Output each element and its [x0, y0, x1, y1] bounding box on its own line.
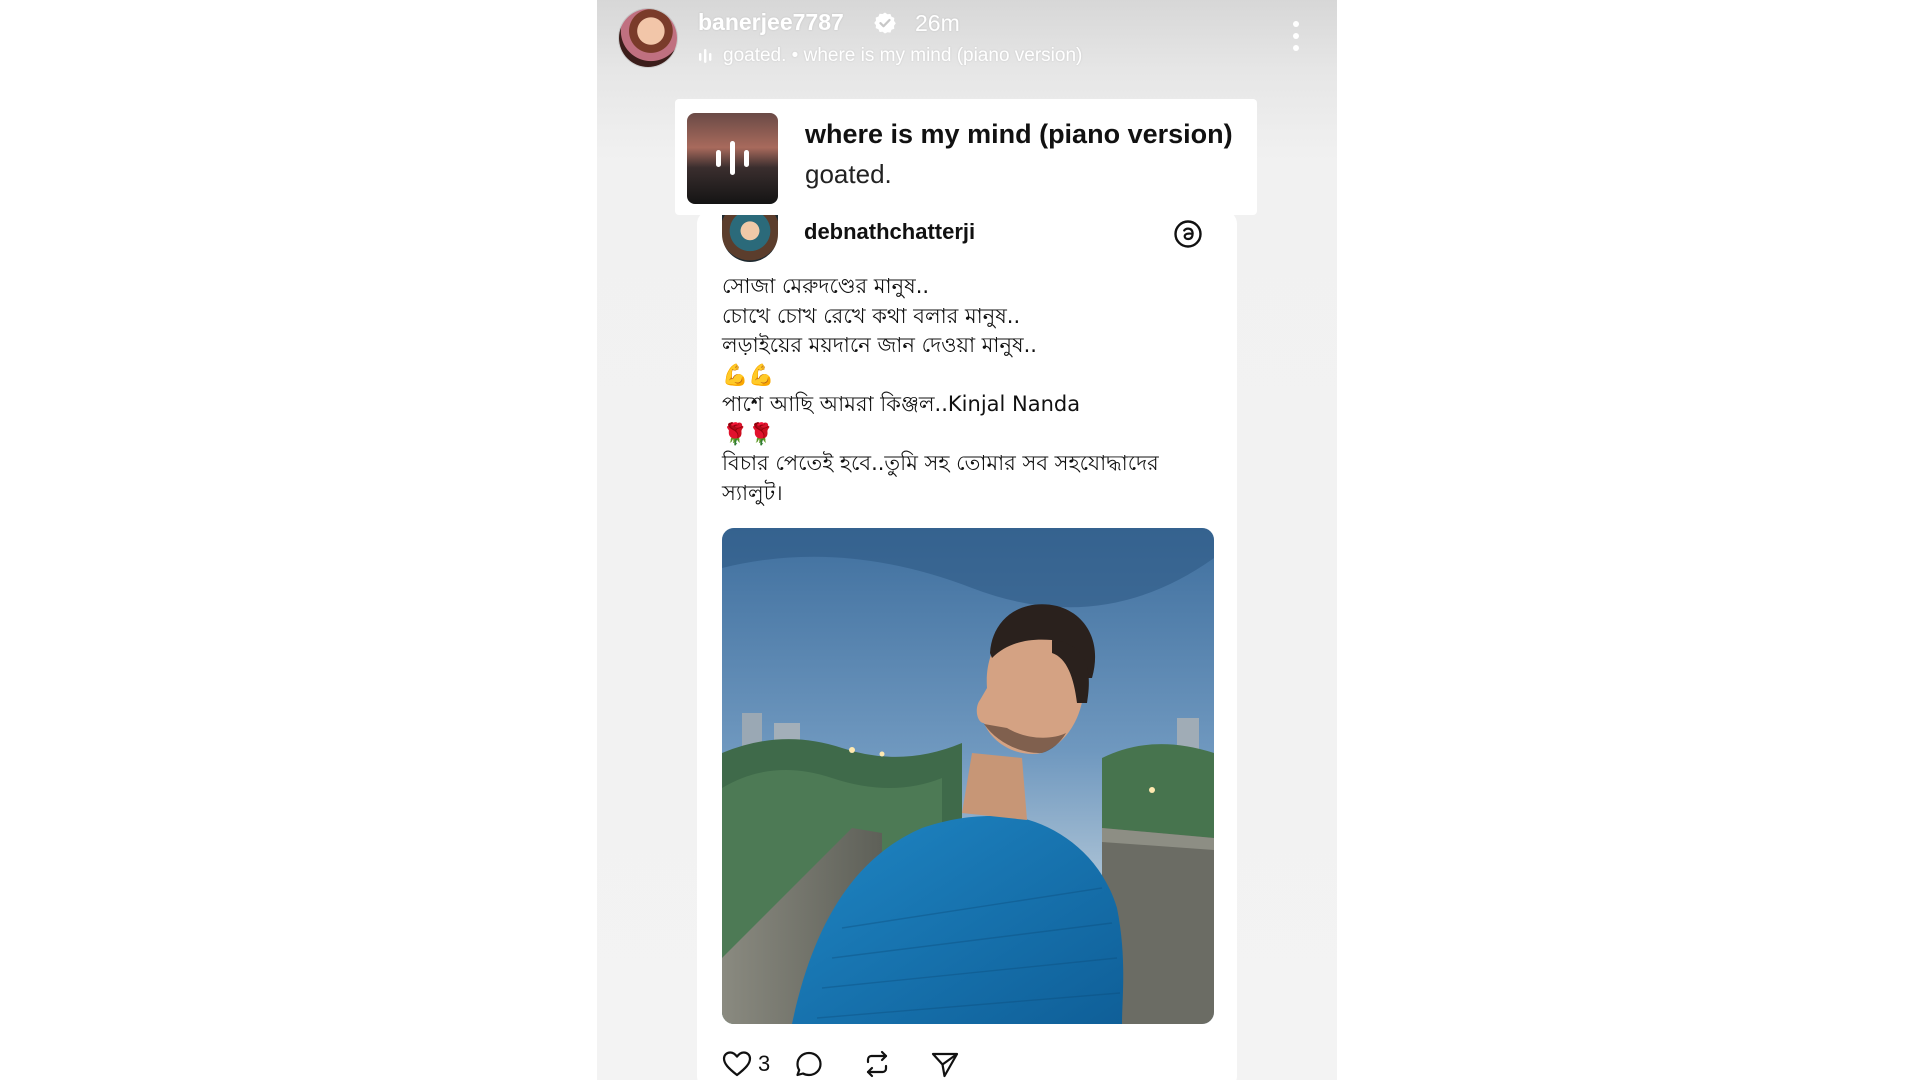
- send-icon[interactable]: [930, 1049, 960, 1079]
- post-text-line: স্যালুট।: [722, 480, 783, 505]
- post-author-avatar[interactable]: [722, 210, 778, 262]
- post-text-line: বিচার পেতেই হবে..তুমি সহ তোমার সব সহযোদ্…: [722, 451, 1159, 475]
- post-text: সোজা মেরুদণ্ডের মানুষ.. চোখে চোখ রেখে কথ…: [722, 272, 1222, 508]
- post-author-username[interactable]: debnathchatterji: [804, 219, 975, 245]
- story-header: banerjee7787 26m goated. • where is my m…: [597, 0, 1337, 80]
- comment-action[interactable]: [794, 1048, 824, 1080]
- post-text-line: লড়াইয়ের ময়দানে জান দেওয়া মানুষ..: [722, 333, 1037, 357]
- music-bars-icon: [699, 49, 712, 63]
- more-vertical-icon[interactable]: [1291, 20, 1301, 52]
- repost-action[interactable]: [862, 1048, 892, 1080]
- story-timestamp: 26m: [915, 10, 960, 36]
- post-text-line: 💪💪: [722, 362, 775, 387]
- post-photo[interactable]: [722, 528, 1214, 1024]
- like-action[interactable]: 3: [722, 1048, 770, 1080]
- post-text-line: পাশে আছি আমরা কিঞ্জল..Kinjal Nanda: [722, 392, 1081, 416]
- story-music-subline[interactable]: goated. • where is my mind (piano versio…: [723, 45, 1082, 67]
- share-action[interactable]: [930, 1048, 960, 1080]
- post-photo-illustration: [722, 528, 1214, 1024]
- music-title: where is my mind (piano version): [805, 119, 1233, 149]
- music-sticker[interactable]: where is my mind (piano version) goated.: [675, 99, 1257, 215]
- story-viewer: banerjee7787 26m goated. • where is my m…: [597, 0, 1337, 1080]
- post-text-line: সোজা মেরুদণ্ডের মানুষ..: [722, 274, 930, 298]
- verified-badge-icon: [874, 12, 896, 34]
- post-text-line: 🌹🌹: [722, 421, 775, 446]
- story-avatar[interactable]: [619, 9, 677, 67]
- music-waveform-icon: [716, 141, 749, 175]
- threads-post-card[interactable]: debnathchatterji সোজা মেরুদণ্ডের মানুষ..…: [697, 210, 1237, 1080]
- repost-icon[interactable]: [862, 1049, 892, 1079]
- like-count: 3: [758, 1051, 771, 1076]
- heart-icon[interactable]: [722, 1050, 752, 1078]
- music-album-art: [687, 113, 778, 204]
- threads-logo-icon[interactable]: [1173, 219, 1203, 249]
- story-username[interactable]: banerjee7787: [698, 9, 844, 36]
- comment-icon[interactable]: [794, 1049, 824, 1079]
- post-actions-bar: 3: [722, 1048, 1182, 1080]
- music-artist: goated.: [805, 159, 892, 189]
- post-text-line: চোখে চোখ রেখে কথা বলার মানুষ..: [722, 303, 1021, 328]
